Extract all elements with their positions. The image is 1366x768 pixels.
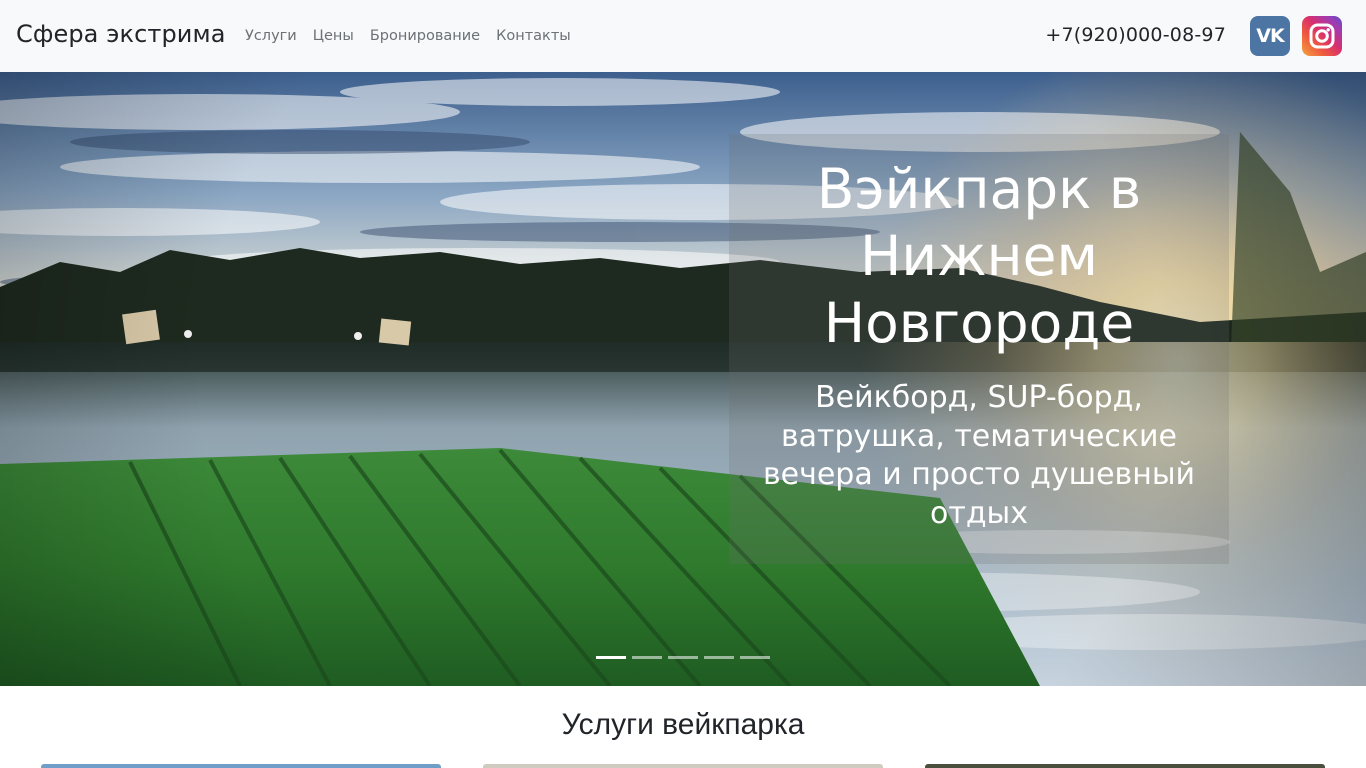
carousel-indicator-4[interactable] <box>704 656 734 659</box>
hero-caption: Вэйкпарк в Нижнем Новгороде Вейкборд, SU… <box>729 134 1229 564</box>
carousel-indicator-2[interactable] <box>632 656 662 659</box>
carousel-indicator-1[interactable] <box>596 656 626 659</box>
instagram-icon <box>1309 23 1335 49</box>
nav-menu: Услуги Цены Бронирование Контакты <box>245 24 587 48</box>
service-card-2[interactable] <box>483 764 883 768</box>
hero-carousel: Вэйкпарк в Нижнем Новгороде Вейкборд, SU… <box>0 72 1366 686</box>
vk-link[interactable]: VK <box>1250 16 1290 56</box>
top-navbar: Сфера экстрима Услуги Цены Бронирование … <box>0 0 1366 72</box>
brand-logo-link[interactable]: Сфера экстрима <box>16 16 226 52</box>
service-card-3[interactable] <box>925 764 1325 768</box>
phone-link[interactable]: +7(920)000-08-97 <box>1045 22 1226 48</box>
nav-link-contacts[interactable]: Контакты <box>496 24 571 48</box>
nav-link-prices[interactable]: Цены <box>313 24 354 48</box>
instagram-link[interactable] <box>1302 16 1342 56</box>
nav-link-booking[interactable]: Бронирование <box>370 24 480 48</box>
service-card-1[interactable] <box>41 764 441 768</box>
carousel-indicator-3[interactable] <box>668 656 698 659</box>
vk-icon: VK <box>1256 25 1284 47</box>
nav-link-services[interactable]: Услуги <box>245 24 297 48</box>
services-section-title: Услуги вейкпарка <box>561 708 805 741</box>
hero-subtitle: Вейкборд, SUP-борд, ватрушка, тематическ… <box>762 380 1196 531</box>
carousel-indicator-5[interactable] <box>740 656 770 659</box>
carousel-indicators <box>596 656 776 662</box>
hero-title: Вэйкпарк в Нижнем Новгороде <box>816 157 1142 355</box>
